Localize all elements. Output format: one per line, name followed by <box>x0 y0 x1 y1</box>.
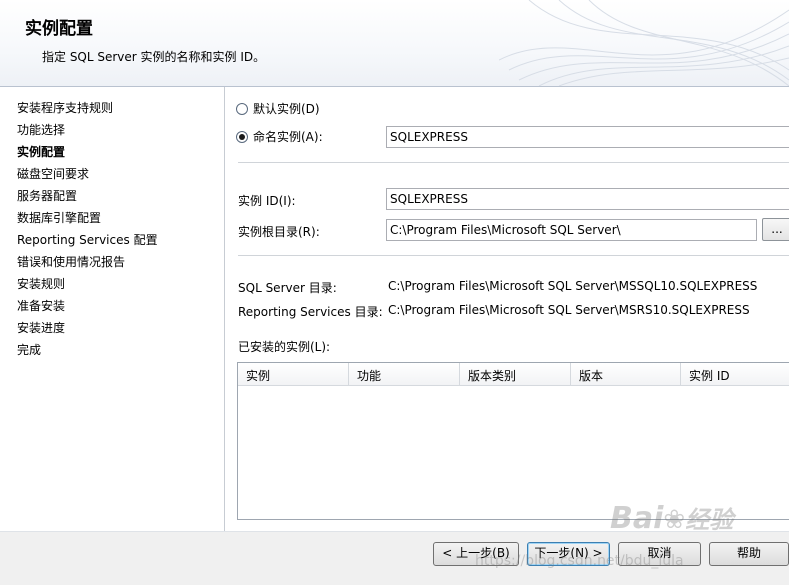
named-instance-label: 命名实例(A): <box>253 130 323 144</box>
column-header-version[interactable]: 版本 <box>571 363 681 385</box>
reporting-services-directory-value: C:\Program Files\Microsoft SQL Server\MS… <box>388 303 750 317</box>
page-header: 实例配置 指定 SQL Server 实例的名称和实例 ID。 <box>0 0 789 87</box>
nav-item-feature-selection[interactable]: 功能选择 <box>17 121 65 138</box>
nav-item-error-reporting[interactable]: 错误和使用情况报告 <box>17 253 125 270</box>
back-button[interactable]: < 上一步(B) <box>433 542 519 566</box>
named-instance-option[interactable]: 命名实例(A): <box>236 128 323 145</box>
nav-item-complete[interactable]: 完成 <box>17 341 41 358</box>
default-instance-radio[interactable] <box>236 102 248 115</box>
separator <box>238 255 789 256</box>
nav-item-installation-rules[interactable]: 安装规则 <box>17 275 65 292</box>
column-header-edition[interactable]: 版本类别 <box>460 363 571 385</box>
cancel-button[interactable]: 取消 <box>618 542 701 566</box>
browse-button[interactable]: ... <box>762 218 789 241</box>
nav-item-disk-space[interactable]: 磁盘空间要求 <box>17 165 89 182</box>
page-title: 实例配置 <box>25 19 93 39</box>
next-button[interactable]: 下一步(N) > <box>527 542 610 566</box>
default-instance-label: 默认实例(D) <box>253 102 320 116</box>
installed-instances-table[interactable]: 实例 功能 版本类别 版本 实例 ID <box>237 362 789 520</box>
instance-id-input[interactable]: SQLEXPRESS <box>386 188 789 210</box>
default-instance-option[interactable]: 默认实例(D) <box>236 100 320 117</box>
nav-item-instance-configuration[interactable]: 实例配置 <box>17 143 65 160</box>
nav-item-server-configuration[interactable]: 服务器配置 <box>17 187 77 204</box>
nav-item-ready-to-install[interactable]: 准备安装 <box>17 297 65 314</box>
sql-server-directory-label: SQL Server 目录: <box>238 281 337 295</box>
column-header-instance-id[interactable]: 实例 ID <box>681 363 789 385</box>
table-header: 实例 功能 版本类别 版本 实例 ID <box>238 363 789 386</box>
instance-root-input[interactable]: C:\Program Files\Microsoft SQL Server\ <box>386 219 757 241</box>
reporting-services-directory-label: Reporting Services 目录: <box>238 305 383 319</box>
help-button[interactable]: 帮助 <box>709 542 789 566</box>
nav-item-database-engine[interactable]: 数据库引擎配置 <box>17 209 101 226</box>
instance-root-label: 实例根目录(R): <box>238 225 320 239</box>
instance-id-label: 实例 ID(I): <box>238 194 296 208</box>
column-header-features[interactable]: 功能 <box>349 363 460 385</box>
sql-server-directory-value: C:\Program Files\Microsoft SQL Server\MS… <box>388 279 758 293</box>
nav-item-setup-support-rules[interactable]: 安装程序支持规则 <box>17 99 113 116</box>
page-subtitle: 指定 SQL Server 实例的名称和实例 ID。 <box>42 50 266 64</box>
column-header-instance[interactable]: 实例 <box>238 363 349 385</box>
named-instance-radio[interactable] <box>236 130 248 143</box>
nav-item-installation-progress[interactable]: 安装进度 <box>17 319 65 336</box>
nav-item-reporting-services[interactable]: Reporting Services 配置 <box>17 231 158 248</box>
separator <box>238 162 789 163</box>
installed-instances-label: 已安装的实例(L): <box>238 340 331 354</box>
header-decoration <box>499 0 789 86</box>
named-instance-input[interactable]: SQLEXPRESS <box>386 126 789 148</box>
